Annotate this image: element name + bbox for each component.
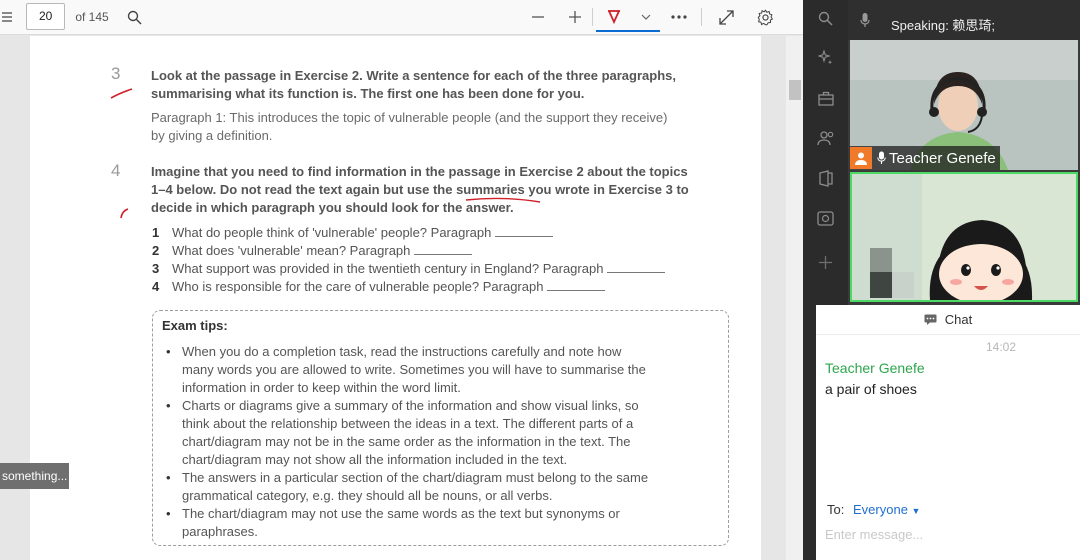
chat-recipient-select[interactable]: Everyone ▼ — [853, 502, 920, 517]
page-number-input[interactable]: 20 — [26, 3, 65, 30]
tip-text: When you do a completion task, read the … — [182, 344, 646, 395]
question-item: 3 What support was provided in the twenti… — [152, 260, 666, 278]
participant-name: Teacher Genefe — [889, 149, 996, 167]
sparkle-icon[interactable] — [803, 47, 848, 69]
question-text: What does 'vulnerable' mean? Paragraph — [172, 243, 411, 258]
speaking-label: Speaking: 赖思琦; — [891, 18, 996, 33]
chat-title: Chat — [944, 312, 973, 327]
chat-bubble-icon — [924, 314, 937, 325]
chat-message-input[interactable] — [825, 524, 1075, 544]
exercise-instruction: Imagine that you need to find informatio… — [151, 164, 688, 179]
page-total: of 145 — [75, 10, 109, 24]
student-avatar-image — [852, 174, 1076, 300]
bullet: • — [166, 506, 171, 521]
microphone-icon — [860, 13, 870, 27]
office-icon[interactable] — [803, 167, 848, 189]
microphone-icon — [877, 151, 886, 164]
zoom-out-button[interactable] — [526, 0, 550, 34]
question-item: 2 What does 'vulnerable' mean? Paragraph — [152, 242, 473, 260]
exercise-instruction: summarising what its function is. The fi… — [151, 86, 585, 101]
question-text: Who is responsible for the care of vulne… — [172, 279, 544, 294]
scrollbar[interactable] — [786, 36, 803, 560]
tip-item: • When you do a completion task, read the… — [166, 343, 716, 397]
gear-icon[interactable] — [752, 0, 778, 34]
camera-doc-icon[interactable] — [803, 207, 848, 229]
add-icon[interactable] — [803, 251, 848, 273]
annotation-mark — [120, 208, 129, 219]
example-answer: Paragraph 1: This introduces the topic o… — [151, 110, 668, 125]
question-number: 1 — [152, 225, 160, 240]
tip-text: The chart/diagram may not use the same w… — [182, 506, 620, 539]
toolbar-divider — [701, 8, 702, 26]
annotation-stroke — [110, 88, 133, 99]
zoom-in-button[interactable] — [563, 0, 587, 34]
exercise-instruction: 1–4 below. Do not read the text again bu… — [151, 181, 689, 199]
question-text: What support was provided in the twentie… — [172, 261, 604, 276]
tip-text: The answers in a particular section of t… — [182, 470, 649, 503]
tip-item: • The chart/diagram may not use the same … — [166, 505, 716, 541]
hamburger-icon[interactable] — [0, 0, 14, 34]
instruction-text: you wrote in Exercise 3 to — [524, 182, 689, 197]
exam-tips-title: Exam tips: — [162, 318, 228, 333]
host-user-icon — [850, 147, 872, 169]
chat-header: Chat — [816, 305, 1080, 335]
chat-message: a pair of shoes — [825, 381, 917, 397]
scrollbar-thumb[interactable] — [789, 80, 801, 100]
tip-text: Charts or diagrams give a summary of the… — [182, 398, 639, 467]
chat-sender-name: Teacher Genefe — [825, 360, 925, 376]
question-item: 4 Who is responsible for the care of vuln… — [152, 278, 606, 296]
chat-panel — [816, 305, 1080, 560]
minus-icon — [532, 16, 544, 18]
search-icon[interactable] — [122, 0, 146, 34]
answer-blank — [495, 225, 554, 237]
exercise-instruction: Look at the passage in Exercise 2. Write… — [151, 68, 676, 83]
participant-name-label: Teacher Genefe — [850, 146, 1000, 170]
search-icon[interactable] — [803, 7, 848, 29]
bullet: • — [166, 470, 171, 485]
draw-pen-icon — [608, 10, 620, 25]
draw-button[interactable] — [600, 0, 628, 34]
bullet: • — [166, 344, 171, 359]
answer-blank — [547, 279, 606, 291]
bullet: • — [166, 398, 171, 413]
chat-recipient-label: To: — [827, 502, 845, 517]
video-tile-student[interactable] — [850, 172, 1078, 302]
active-tool-indicator — [596, 30, 660, 32]
chat-timestamp: 14:02 — [986, 340, 1017, 354]
exercise-instruction: decide in which paragraph you should loo… — [151, 200, 514, 215]
question-number: 2 — [152, 243, 160, 258]
chevron-down-icon[interactable] — [636, 0, 656, 34]
briefcase-icon[interactable] — [803, 87, 848, 109]
people-icon[interactable] — [803, 127, 848, 149]
caret-down-icon: ▼ — [911, 506, 921, 516]
exercise-number: 4 — [111, 161, 121, 180]
tip-item: • Charts or diagrams give a summary of th… — [166, 397, 716, 469]
plus-icon — [569, 11, 581, 23]
pdf-toolbar: 20 of 145 — [0, 0, 803, 35]
answer-blank — [607, 261, 666, 273]
answer-blank — [414, 243, 473, 255]
question-number: 4 — [152, 279, 160, 294]
more-icon[interactable] — [666, 0, 692, 34]
question-number: 3 — [152, 261, 160, 276]
tooltip: something... — [0, 463, 69, 489]
exercise-number: 3 — [111, 64, 121, 83]
instruction-text: 1–4 below. Do not read the text again bu… — [151, 182, 457, 197]
question-text: What do people think of 'vulnerable' peo… — [172, 225, 492, 240]
example-answer: by giving a definition. — [151, 128, 273, 143]
pdf-viewer: 20 of 145 3 Look at the passage in Exerc… — [0, 0, 803, 560]
toolbar-divider — [592, 8, 593, 26]
question-item: 1 What do people think of 'vulnerable' pe… — [152, 224, 554, 242]
expand-icon[interactable] — [713, 0, 739, 34]
tip-item: • The answers in a particular section of … — [166, 469, 716, 505]
